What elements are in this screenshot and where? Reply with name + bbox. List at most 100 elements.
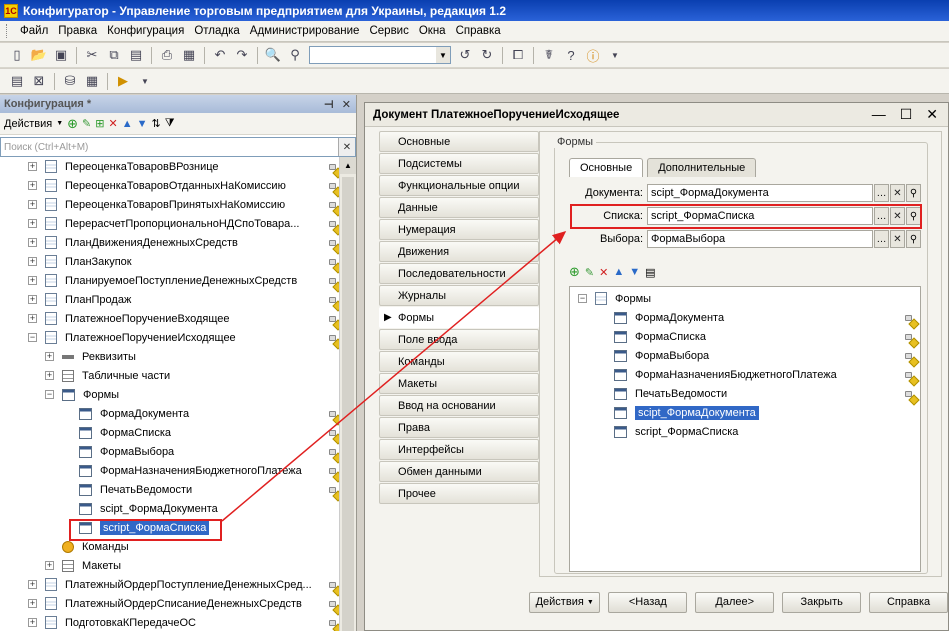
tree-item[interactable]: + ПереоценкаТоваровВРознице [0, 157, 340, 176]
menu-configuration[interactable]: Конфигурация [102, 25, 189, 37]
tree-item[interactable]: + ПодготовкаКПередачеОС [0, 613, 340, 631]
actions-button[interactable]: Действия ▼ [529, 591, 601, 613]
expand-icon[interactable]: + [28, 314, 37, 323]
menu-administration[interactable]: Администрирование [245, 25, 365, 37]
find-in-files-icon[interactable]: 🔍 [264, 46, 282, 64]
help-button[interactable]: Справка [869, 591, 949, 613]
scroll-thumb[interactable] [342, 177, 354, 631]
forms-tree-item[interactable]: ПечатьВедомости [614, 384, 914, 403]
open-icon[interactable]: 📂 [30, 46, 48, 64]
tree-search-input[interactable]: Поиск (Ctrl+Alt+M) ✕ [0, 137, 356, 157]
delete-icon[interactable]: ✕ [599, 266, 608, 279]
move-down-icon[interactable]: ▼ [137, 118, 148, 130]
forms-tree-item[interactable]: ФормаНазначенияБюджетногоПлатежа [614, 365, 914, 384]
filter-icon[interactable]: ⧩ [165, 117, 175, 130]
info-icon[interactable]: ⓘ [584, 46, 602, 64]
config-tree-icon[interactable]: ▤ [8, 72, 26, 90]
tree-item[interactable]: + ПереоценкаТоваровОтданныхНаКомиссию [0, 176, 340, 195]
add-icon[interactable]: ⊕ [569, 264, 580, 280]
minimize-icon[interactable]: — [872, 106, 886, 123]
open-search-icon[interactable]: ⚲ [906, 184, 921, 202]
find-prev-icon[interactable]: ↻ [478, 46, 496, 64]
actions-menu[interactable]: Действия [4, 118, 52, 130]
tree-item[interactable]: + Макеты [0, 556, 340, 575]
menu-windows[interactable]: Окна [414, 25, 451, 37]
tree-item[interactable]: ФормаВыбора [0, 442, 340, 461]
tree-item[interactable]: ФормаДокумента [0, 404, 340, 423]
add-icon[interactable]: ⊕ [67, 116, 78, 132]
tree-item[interactable]: + Реквизиты [0, 347, 340, 366]
nav-item[interactable]: Данные [379, 197, 539, 218]
find-icon[interactable]: ⚲ [286, 46, 304, 64]
expand-icon[interactable]: + [45, 371, 54, 380]
tab-main[interactable]: Основные [569, 158, 644, 177]
nav-item[interactable]: Команды [379, 351, 539, 372]
database-icon[interactable]: ⛁ [61, 72, 79, 90]
clear-search-icon[interactable]: ✕ [338, 138, 355, 156]
expand-icon[interactable]: + [45, 561, 54, 570]
expand-icon[interactable]: + [28, 238, 37, 247]
expand-icon[interactable]: + [28, 181, 37, 190]
windows-icon[interactable]: ⧠ [509, 46, 527, 64]
close-icon[interactable]: ✕ [926, 106, 938, 123]
nav-item[interactable]: Обмен данными [379, 461, 539, 482]
nav-item[interactable]: Поле ввода [379, 329, 539, 350]
nav-item[interactable]: Основные [379, 131, 539, 152]
find-next-icon[interactable]: ↺ [456, 46, 474, 64]
tree-item[interactable]: ФормаСписка [0, 423, 340, 442]
move-up-icon[interactable]: ▲ [613, 266, 624, 278]
tab-additional[interactable]: Дополнительные [647, 158, 757, 177]
forms-tree-item[interactable]: ФормаВыбора [614, 346, 914, 365]
expand-icon[interactable]: + [28, 295, 37, 304]
forms-tree-item[interactable]: ФормаСписка [614, 327, 914, 346]
choice-form-input[interactable]: ФормаВыбора [647, 230, 873, 248]
nav-item[interactable]: Права [379, 417, 539, 438]
nav-item[interactable]: Функциональные опции [379, 175, 539, 196]
delete-icon[interactable]: ✕ [108, 117, 117, 130]
expand-icon[interactable]: + [45, 352, 54, 361]
sort-icon[interactable]: ▤ [645, 266, 655, 279]
tree-scrollbar[interactable]: ▲ [339, 157, 356, 631]
run-debug-icon[interactable]: ▶ [114, 72, 132, 90]
tree-item[interactable]: + ПерерасчетПропорциональноНДСпоТовара... [0, 214, 340, 233]
nav-item[interactable]: Ввод на основании [379, 395, 539, 416]
expand-icon[interactable]: + [28, 257, 37, 266]
scroll-up-icon[interactable]: ▲ [340, 157, 356, 174]
tree-item[interactable]: − ПлатежноеПоручениеИсходящее [0, 328, 340, 347]
clear-icon[interactable]: ✕ [890, 184, 905, 202]
chevron-down-icon[interactable]: ▼ [56, 120, 63, 127]
assistant-icon[interactable]: ☤ [540, 46, 558, 64]
maximize-icon[interactable]: ☐ [900, 106, 913, 123]
forms-tree-item[interactable]: script_ФормаСписка [614, 422, 914, 441]
tree-item[interactable]: + ПлатежноеПоручениеВходящее [0, 309, 340, 328]
new-icon[interactable]: ▯ [8, 46, 26, 64]
nav-item[interactable]: Подсистемы [379, 153, 539, 174]
close-button[interactable]: Закрыть [782, 591, 862, 613]
nav-item[interactable]: Прочее [379, 483, 539, 504]
expand-icon[interactable]: + [28, 618, 37, 627]
add-child-icon[interactable]: ⊞ [95, 117, 104, 130]
move-down-icon[interactable]: ▼ [629, 266, 640, 278]
menu-service[interactable]: Сервис [364, 25, 413, 37]
cut-icon[interactable]: ✂ [83, 46, 101, 64]
document-form-input[interactable]: scipt_ФормаДокумента [647, 184, 873, 202]
nav-item[interactable]: ▶ Формы [379, 307, 539, 328]
expand-icon[interactable]: + [28, 599, 37, 608]
tree-item[interactable]: + ПланЗакупок [0, 252, 340, 271]
move-up-icon[interactable]: ▲ [122, 118, 133, 130]
open-search-icon[interactable]: ⚲ [906, 230, 921, 248]
expand-icon[interactable]: + [28, 219, 37, 228]
expand-icon[interactable]: + [28, 276, 37, 285]
tree-item[interactable]: + ПланПродаж [0, 290, 340, 309]
menu-debug[interactable]: Отладка [189, 25, 244, 37]
collapse-icon[interactable]: − [45, 390, 54, 399]
edit-icon[interactable]: ✎ [82, 117, 91, 130]
nav-item[interactable]: Движения [379, 241, 539, 262]
tree-item[interactable]: + Табличные части [0, 366, 340, 385]
context-help-icon[interactable]: ? [562, 46, 580, 64]
tree-item[interactable]: ПечатьВедомости [0, 480, 340, 499]
toolbar-more-icon[interactable]: ▼ [606, 46, 624, 64]
compare-icon[interactable]: ⊠ [30, 72, 48, 90]
expand-icon[interactable]: + [28, 162, 37, 171]
save-icon[interactable]: ▣ [52, 46, 70, 64]
